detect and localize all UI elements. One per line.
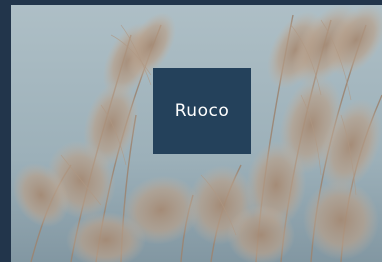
background-photo: Ruoco: [11, 5, 382, 262]
logo-text: Ruoco: [174, 101, 230, 121]
logo-badge: Ruoco: [153, 68, 251, 154]
hero-frame: Ruoco: [0, 0, 382, 262]
